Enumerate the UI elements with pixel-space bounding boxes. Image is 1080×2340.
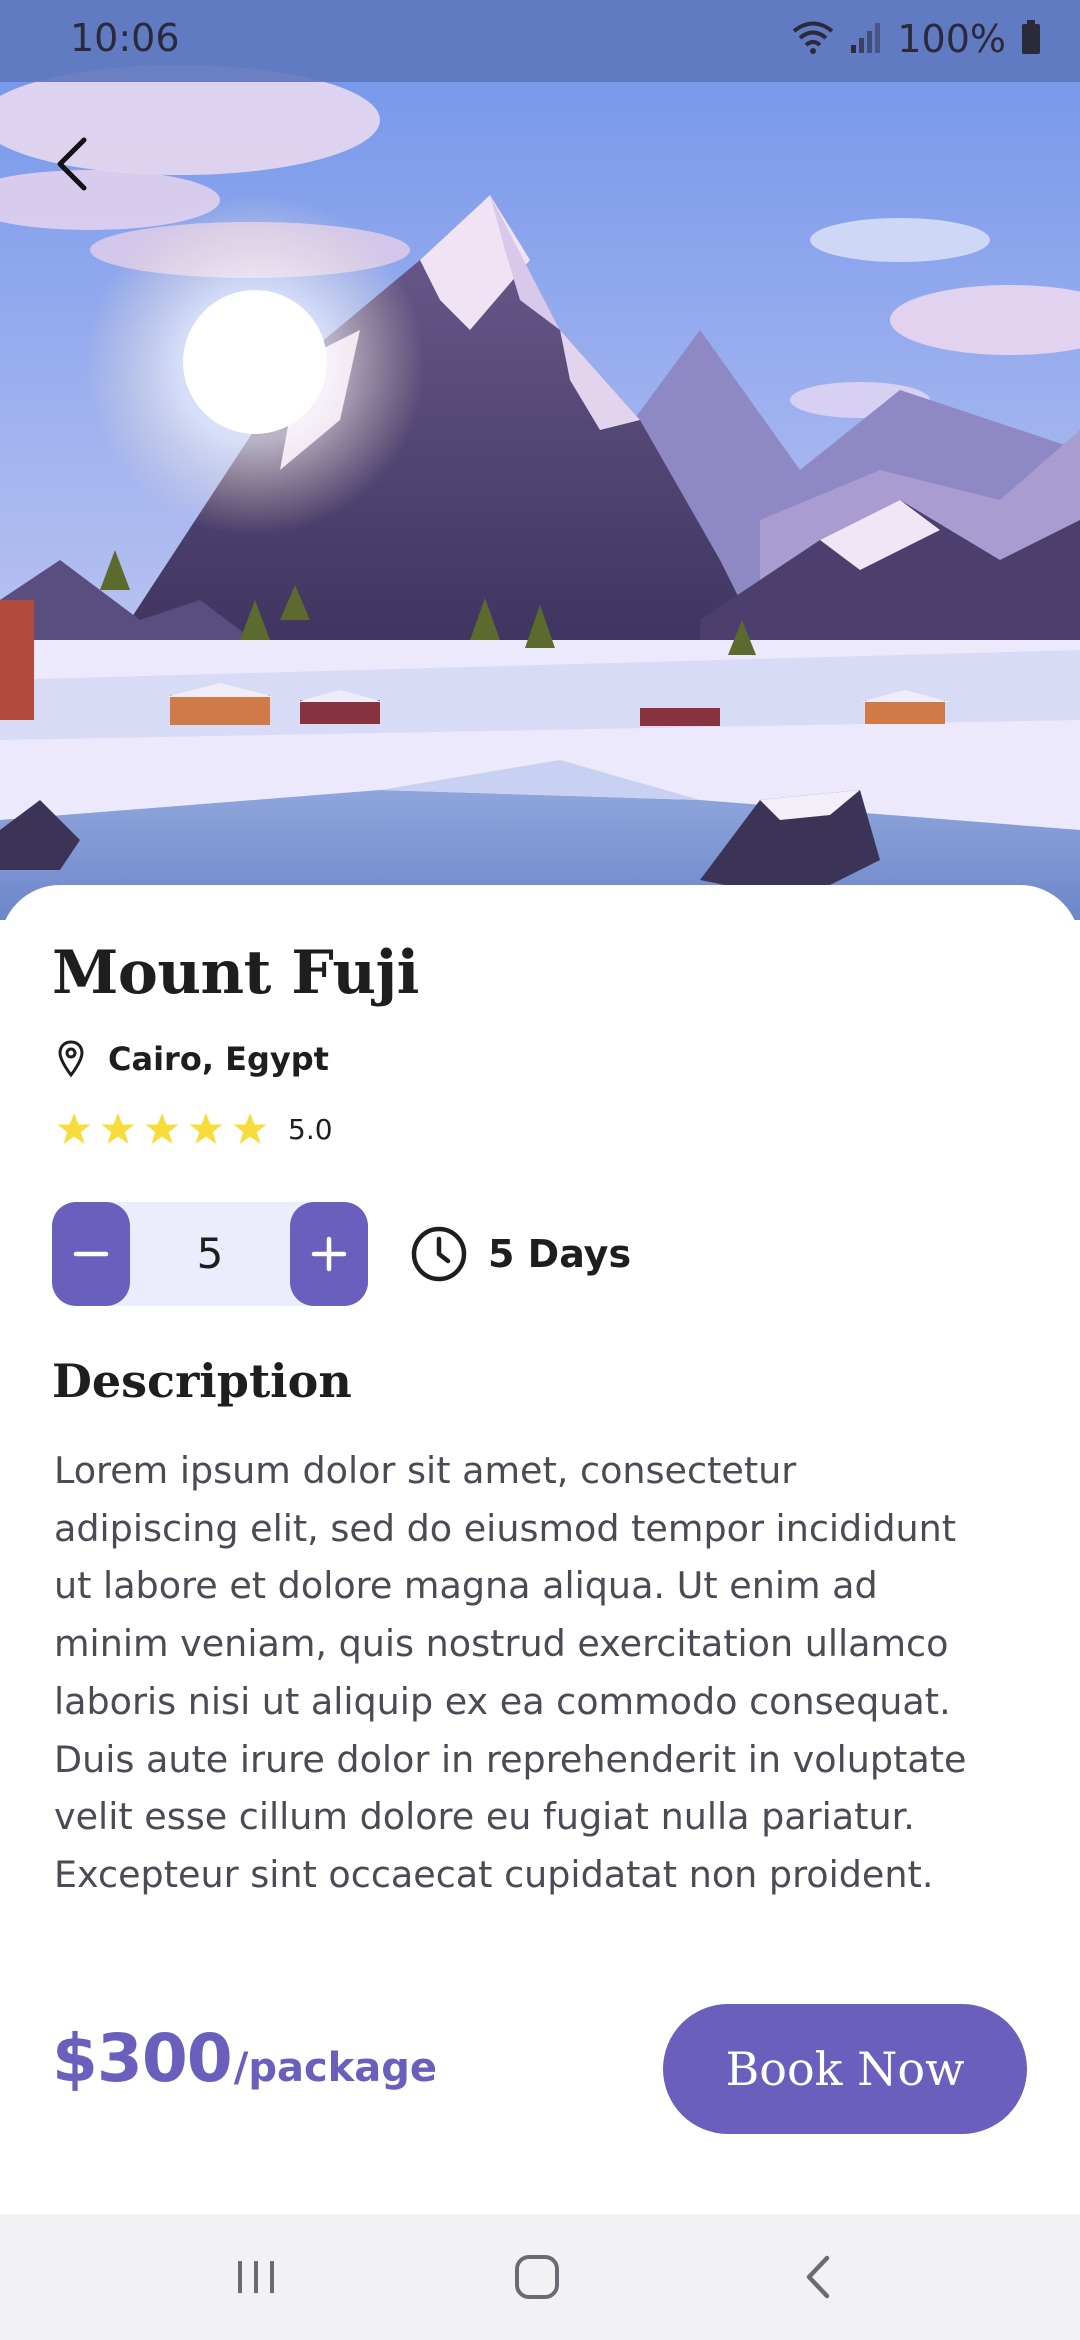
recent-apps-button[interactable] (216, 2244, 296, 2310)
description-line: Lorem ipsum dolor sit amet, consectetur (54, 1449, 797, 1492)
increment-button[interactable] (290, 1202, 368, 1306)
price-unit: /package (233, 2045, 438, 2091)
price: $300 /package (52, 2020, 437, 2097)
location-label: Cairo, Egypt (108, 1040, 329, 1078)
description-line: velit esse cillum dolore eu fugiat nulla… (54, 1795, 915, 1839)
status-time: 10:06 (70, 16, 180, 60)
hero-image (0, 0, 1080, 920)
location-row: Cairo, Egypt (56, 1036, 329, 1082)
star-icon (57, 1113, 91, 1144)
star-icon (145, 1113, 179, 1144)
home-icon (515, 2255, 559, 2299)
navigation-bar (0, 2214, 1080, 2340)
plus-icon (311, 1236, 347, 1272)
minus-icon (73, 1251, 109, 1257)
recent-apps-icon (238, 2261, 274, 2293)
back-icon (806, 2255, 830, 2299)
rating-value: 5.0 (288, 1112, 333, 1146)
nav-back-button[interactable] (778, 2244, 858, 2310)
decrement-button[interactable] (52, 1202, 130, 1306)
battery-icon (1020, 19, 1042, 59)
status-bar: 10:06 100% (0, 0, 1080, 82)
duration-row: 5 Days (410, 1224, 631, 1284)
description-line: Duis aute irure dolor in reprehenderit i… (54, 1737, 967, 1781)
back-arrow-icon (57, 137, 87, 191)
price-amount: $300 (52, 2020, 233, 2097)
star-icon (233, 1113, 267, 1144)
star-icon (189, 1113, 223, 1144)
status-icons: 100% (791, 14, 1042, 64)
description-line: adipiscing elit, sed do eiusmod tempor i… (54, 1506, 957, 1550)
home-button[interactable] (497, 2244, 577, 2310)
description-line: ut labore et dolore magna aliqua. Ut eni… (54, 1564, 878, 1608)
quantity-value: 5 (196, 1229, 224, 1278)
duration-label: 5 Days (488, 1232, 632, 1276)
back-button[interactable] (48, 132, 100, 196)
wifi-icon (791, 19, 835, 59)
star-icon (101, 1113, 135, 1144)
location-pin-icon (58, 1040, 84, 1078)
signal-icon (849, 19, 883, 59)
description-line: Excepteur sint occaecat cupidatat non pr… (54, 1852, 934, 1896)
rating-row: 5.0 (56, 1108, 333, 1150)
description-line: minim veniam, quis nostrud exercitation … (54, 1622, 949, 1666)
battery-percent: 100% (897, 17, 1006, 61)
book-now-button[interactable]: Book Now (663, 2004, 1027, 2134)
description-line: laboris nisi ut aliquip ex ea commodo co… (54, 1679, 951, 1723)
clock-icon (411, 1226, 467, 1282)
description-text: Lorem ipsum dolor sit amet, consectetur … (54, 1442, 1044, 1904)
page-title: Mount Fuji (52, 938, 419, 1008)
quantity-stepper: 5 (52, 1202, 368, 1306)
description-heading: Description (52, 1354, 352, 1408)
